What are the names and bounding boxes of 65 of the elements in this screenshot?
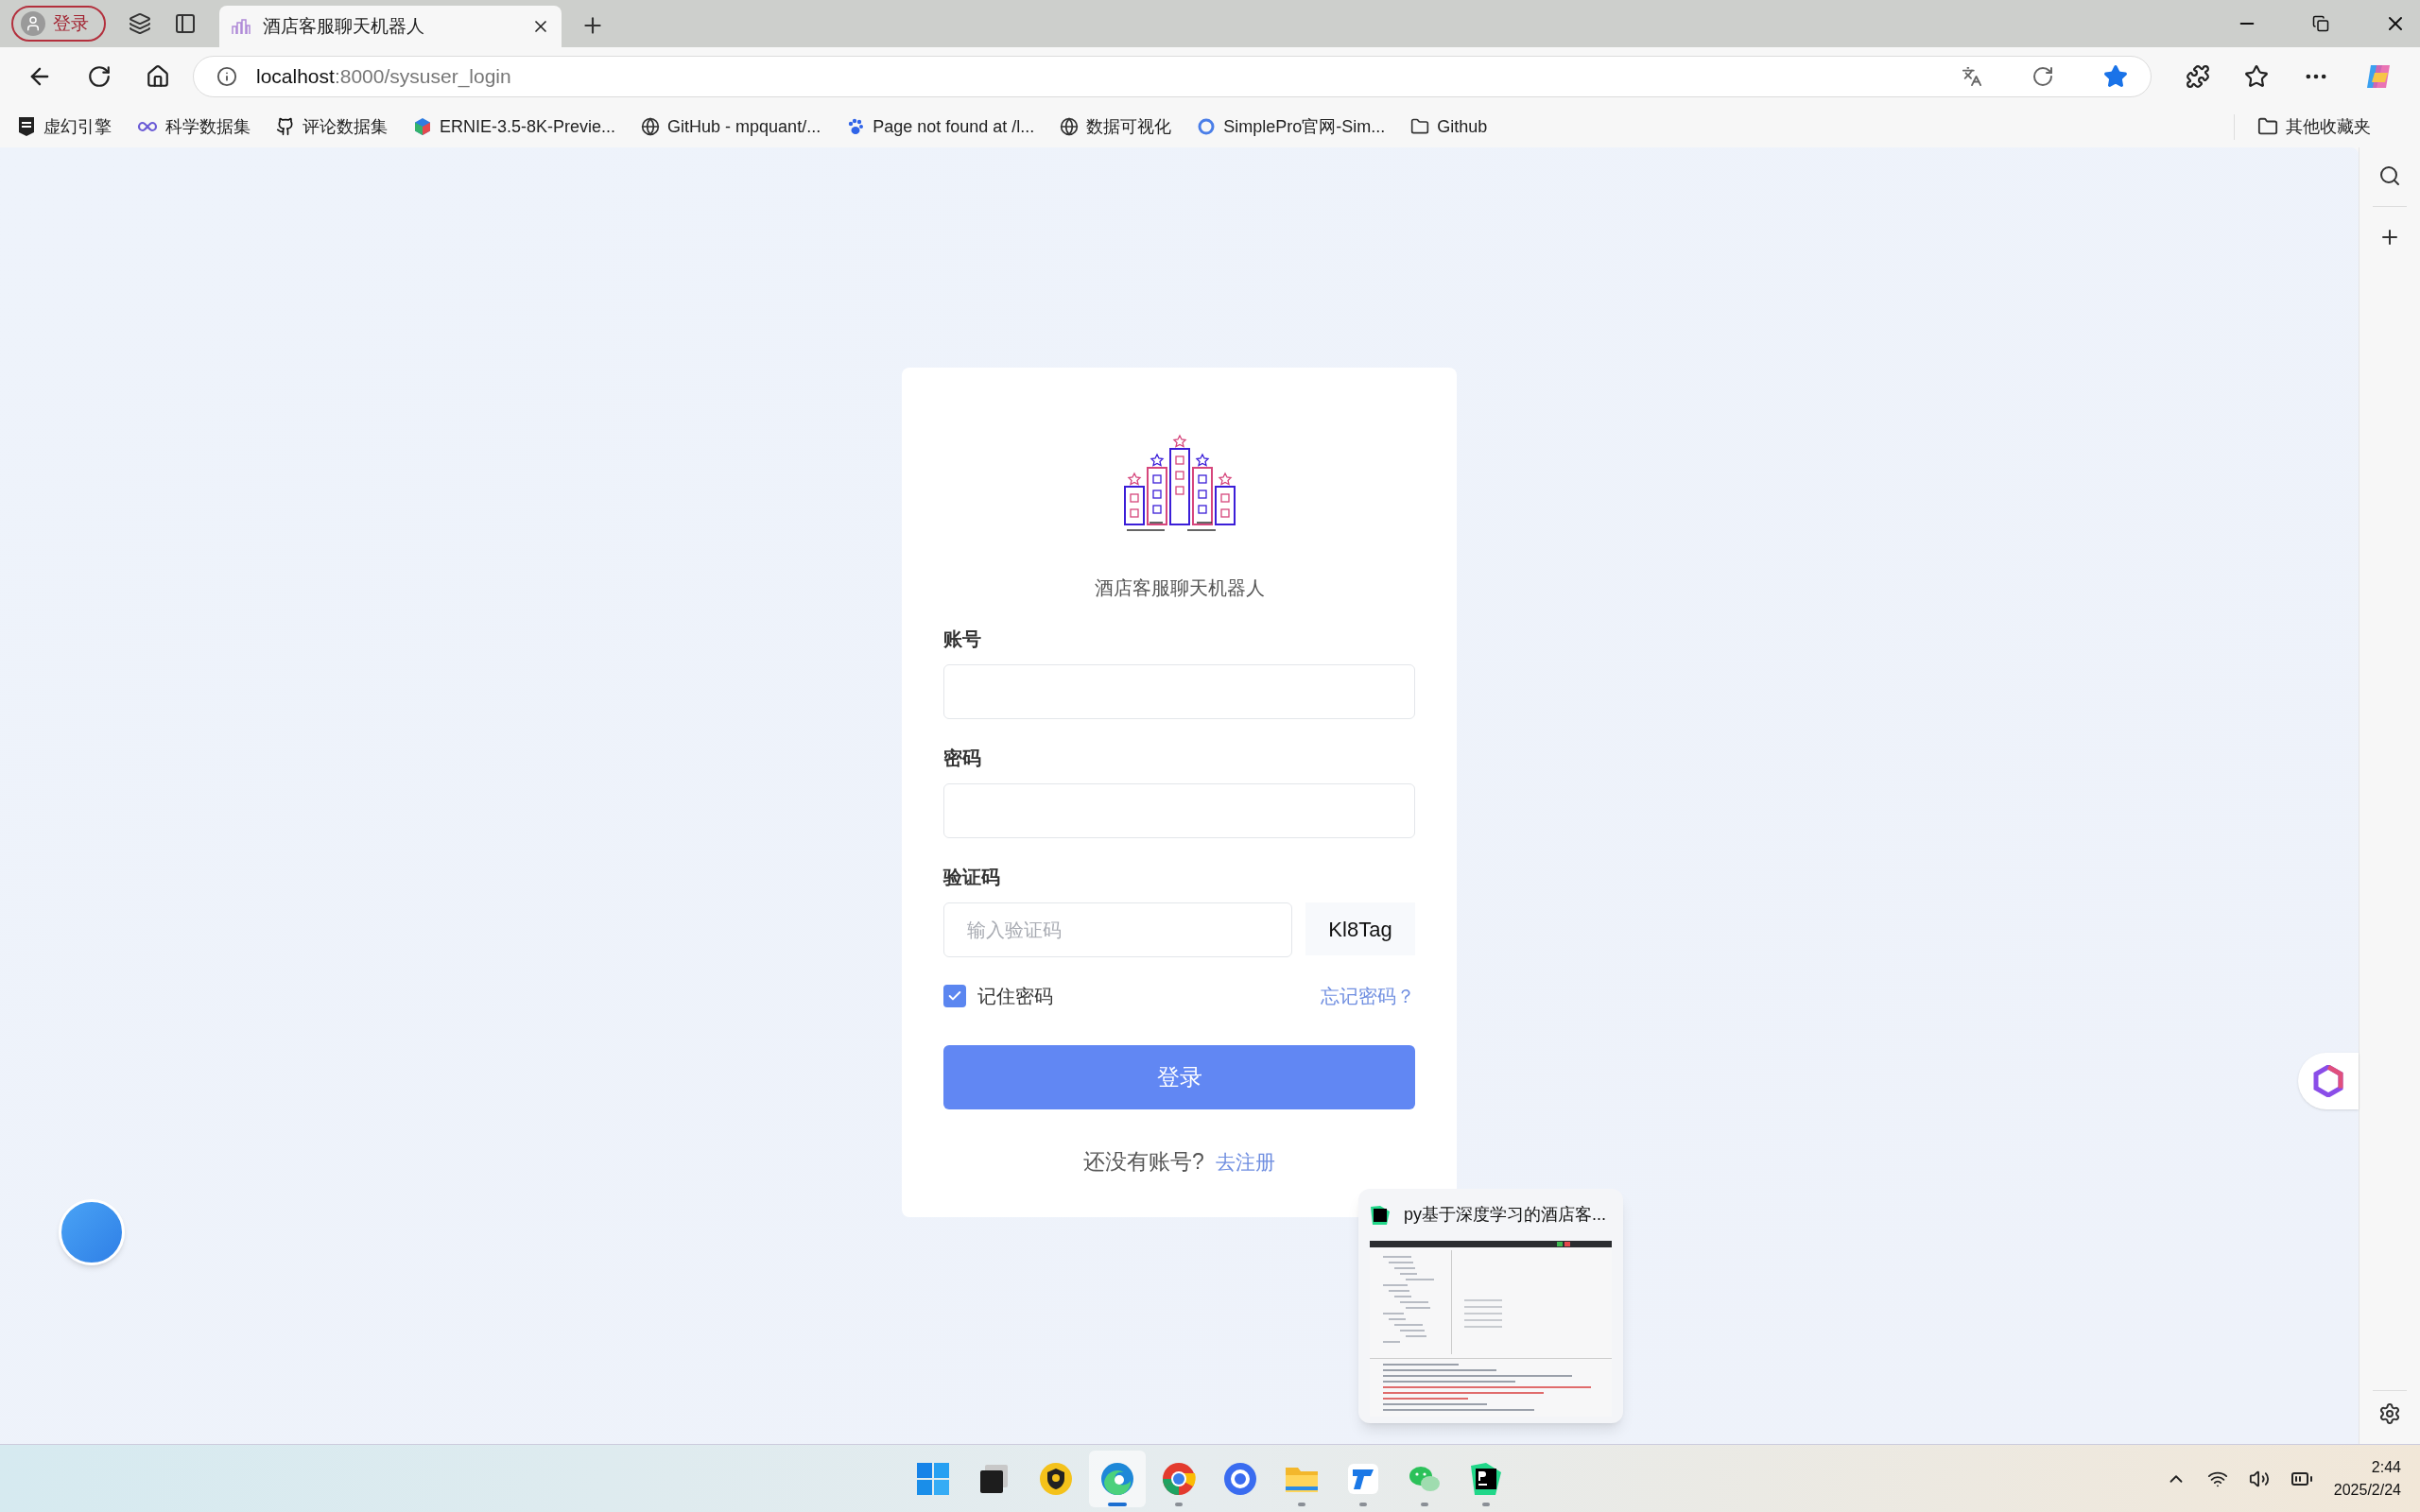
address-bar[interactable]: localhost:8000/sysuser_login xyxy=(193,56,2152,97)
tab-favicon-icon xyxy=(231,18,251,35)
bookmark-item[interactable]: GitHub - mpquant/... xyxy=(641,113,821,140)
running-indicator xyxy=(1175,1503,1183,1506)
bookmark-item[interactable]: 虚幻引擎 xyxy=(17,113,112,140)
folder-icon xyxy=(2257,116,2278,137)
reload-icon[interactable] xyxy=(87,64,112,89)
bookmark-item[interactable]: Github xyxy=(1410,113,1488,140)
refresh-page-icon[interactable] xyxy=(2031,65,2054,88)
running-indicator xyxy=(1298,1503,1305,1506)
hexagon-logo-icon xyxy=(2313,1065,2343,1097)
running-indicator xyxy=(1482,1503,1490,1506)
globe-icon xyxy=(1060,117,1080,136)
captcha-field[interactable]: 输入验证码 xyxy=(943,902,1292,957)
register-prompt: 还没有账号? xyxy=(1083,1148,1204,1176)
remember-checkbox[interactable] xyxy=(943,985,966,1007)
bookmark-item[interactable]: ERNIE-3.5-8K-Previe... xyxy=(413,113,616,140)
home-icon[interactable] xyxy=(146,64,170,89)
favorites-icon[interactable] xyxy=(2244,64,2269,89)
system-title: 酒店客服聊天机器人 xyxy=(1093,576,1266,600)
remember-label: 记住密码 xyxy=(977,985,1053,1008)
chrome-icon xyxy=(1160,1460,1198,1498)
bookmark-item[interactable]: 评论数据集 xyxy=(276,113,388,140)
restore-icon[interactable] xyxy=(2312,15,2329,32)
folder-icon xyxy=(1410,117,1430,136)
running-indicator xyxy=(1421,1503,1428,1506)
bookmark-item[interactable]: SimplePro官网-Sim... xyxy=(1197,113,1386,140)
pycharm-icon xyxy=(1370,1204,1391,1226)
bookmark-item[interactable]: 科学数据集 xyxy=(137,113,251,140)
clock-date: 2025/2/24 xyxy=(2333,1480,2401,1500)
cube-icon xyxy=(413,117,432,136)
field-label: 账号 xyxy=(943,627,982,651)
github-icon xyxy=(276,117,295,136)
floating-copilot-button[interactable] xyxy=(2298,1053,2359,1109)
site-info-icon[interactable] xyxy=(216,66,237,87)
password-field[interactable] xyxy=(943,783,1415,838)
windows-icon xyxy=(914,1460,952,1498)
bookmark-item[interactable]: 数据可视化 xyxy=(1060,113,1172,140)
chat-app-icon xyxy=(1221,1460,1259,1498)
other-favorites-folder[interactable]: 其他收藏夹 xyxy=(2234,113,2371,140)
extensions-icon[interactable] xyxy=(2186,64,2210,89)
settings-icon[interactable] xyxy=(2378,1402,2401,1425)
search-icon[interactable] xyxy=(2378,164,2401,187)
paw-icon xyxy=(846,117,866,136)
bookmark-item[interactable]: Page not found at /l... xyxy=(846,113,1035,140)
field-label: 密码 xyxy=(943,747,982,770)
tab-title: 酒店客服聊天机器人 xyxy=(263,14,425,38)
running-indicator xyxy=(1359,1503,1367,1506)
captcha-code[interactable]: Kl8Tag xyxy=(1305,902,1415,955)
globe-icon xyxy=(641,117,661,136)
ring-icon xyxy=(1197,117,1217,136)
avatar-icon xyxy=(21,11,45,36)
profile-button[interactable]: 登录 xyxy=(11,6,106,42)
edge-icon xyxy=(1098,1460,1136,1498)
account-field[interactable] xyxy=(943,664,1415,719)
clock-time: 2:44 xyxy=(2371,1457,2401,1477)
infinity-icon xyxy=(137,120,158,133)
url-text: localhost:8000/sysuser_login xyxy=(256,64,512,90)
browser-tab[interactable]: 酒店客服聊天机器人 xyxy=(219,6,562,47)
favorite-star-icon[interactable] xyxy=(2103,64,2128,89)
translate-icon[interactable] xyxy=(1962,66,1982,87)
field-label: 验证码 xyxy=(943,866,1001,889)
running-indicator xyxy=(1108,1503,1127,1506)
preview-title: py基于深度学习的酒店客... xyxy=(1404,1204,1606,1226)
shield-app-icon xyxy=(1037,1460,1075,1498)
